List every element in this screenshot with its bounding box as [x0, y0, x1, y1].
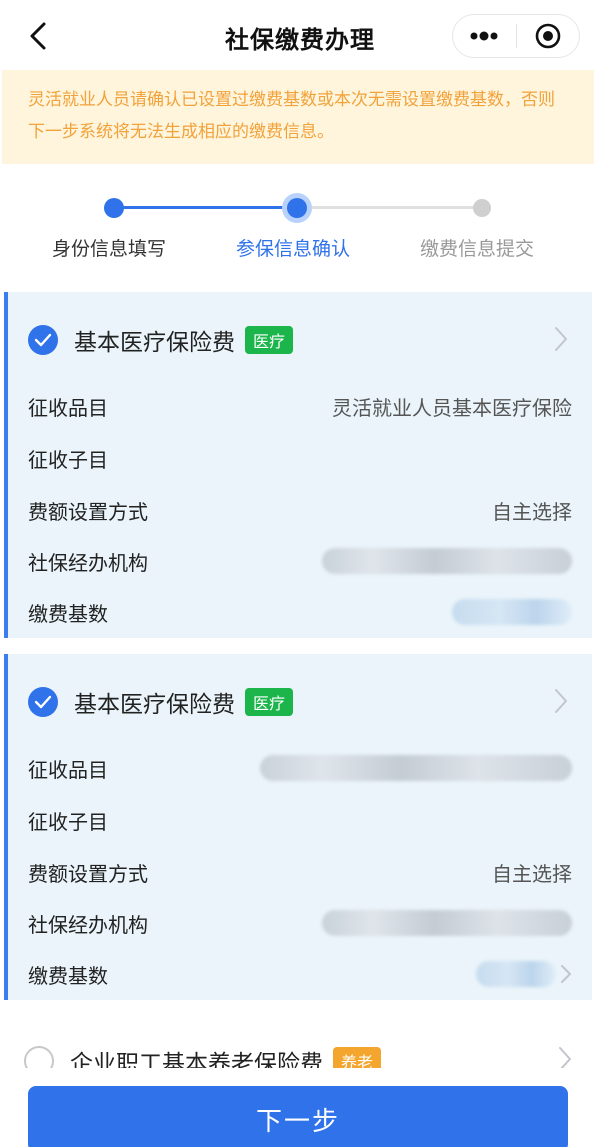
row-label: 社保经办机构: [28, 912, 148, 937]
redacted-value: [452, 599, 572, 625]
row-label: 缴费基数: [28, 601, 108, 626]
insurance-card-3[interactable]: 企业职工基本养老保险费 养老: [0, 1018, 600, 1068]
chevron-right-icon: [561, 965, 571, 983]
row-label: 征收子目: [28, 809, 108, 834]
step-dot-done: [104, 198, 124, 218]
notice-banner: 灵活就业人员请确认已设置过缴费基数或本次无需设置缴费基数，否则下一步系统将无法生…: [2, 70, 594, 164]
more-dots-icon: [470, 31, 498, 41]
row-label: 社保经办机构: [28, 550, 148, 575]
card-header: 基本医疗保险费 医疗: [28, 320, 294, 360]
row-item: 征收品目 灵活就业人员基本医疗保险: [28, 386, 572, 426]
checkbox-unchecked[interactable]: [24, 1046, 54, 1068]
row-subitem: 征收子目: [28, 438, 572, 478]
row-label: 征收品目: [28, 757, 108, 782]
more-button[interactable]: [453, 15, 516, 57]
row-value: 自主选择: [492, 499, 572, 524]
card-title: 企业职工基本养老保险费: [70, 1051, 323, 1068]
insurance-card-2[interactable]: 基本医疗保险费 医疗 征收品目 征收子目 费额设置方式 自主选择 社保经办机构 …: [4, 654, 592, 1000]
row-label: 征收品目: [28, 395, 108, 420]
step-line-pending: [296, 206, 482, 209]
chevron-right-icon[interactable]: [558, 1046, 572, 1068]
row-label: 费额设置方式: [28, 861, 148, 886]
checkbox-checked[interactable]: [28, 325, 58, 355]
row-agency: 社保经办机构: [28, 903, 572, 943]
step-dot-active: [287, 198, 307, 218]
row-subitem: 征收子目: [28, 800, 572, 840]
redacted-value: [322, 910, 572, 936]
row-value: 灵活就业人员基本医疗保险: [332, 395, 572, 420]
card-title: 基本医疗保险费: [74, 692, 235, 718]
nav-bar: 社保缴费办理: [0, 0, 600, 70]
tag-medical: 医疗: [245, 688, 294, 716]
close-button[interactable]: [517, 15, 580, 57]
row-value: 自主选择: [492, 861, 572, 886]
step-label-submit: 缴费信息提交: [420, 238, 535, 260]
row-method: 费额设置方式 自主选择: [28, 490, 572, 530]
checkmark-icon: [34, 695, 52, 709]
target-circle-icon: [535, 23, 561, 49]
card-title: 基本医疗保险费: [74, 330, 235, 356]
insurance-card-1[interactable]: 基本医疗保险费 医疗 征收品目 灵活就业人员基本医疗保险 征收子目 费额设置方式…: [4, 292, 592, 638]
card-header: 基本医疗保险费 医疗: [28, 682, 294, 722]
base-value-wrap[interactable]: [476, 961, 572, 987]
row-label: 费额设置方式: [28, 499, 148, 524]
row-base: 缴费基数: [28, 592, 572, 632]
tag-pension: 养老: [333, 1047, 382, 1068]
checkmark-icon: [34, 333, 52, 347]
step-label-confirm: 参保信息确认: [236, 238, 351, 260]
redacted-value: [476, 961, 556, 987]
row-agency: 社保经办机构: [28, 541, 572, 581]
step-dot-pending: [473, 199, 491, 217]
row-base: 缴费基数: [28, 954, 572, 994]
row-label: 缴费基数: [28, 963, 108, 988]
row-label: 征收子目: [28, 447, 108, 472]
next-step-button[interactable]: 下一步: [28, 1086, 568, 1147]
redacted-value: [322, 548, 572, 574]
card-title-wrap: 企业职工基本养老保险费 养老: [70, 1044, 382, 1068]
row-method: 费额设置方式 自主选择: [28, 852, 572, 892]
tag-medical: 医疗: [245, 326, 294, 354]
mini-program-capsule: [452, 14, 580, 58]
chevron-right-icon[interactable]: [554, 326, 568, 352]
step-progress: [0, 164, 600, 292]
chevron-right-icon[interactable]: [554, 688, 568, 714]
step-label-identity: 身份信息填写: [52, 238, 167, 260]
checkbox-checked[interactable]: [28, 687, 58, 717]
step-line-done: [114, 206, 296, 209]
row-item: 征收品目: [28, 748, 572, 788]
redacted-value: [260, 755, 572, 781]
